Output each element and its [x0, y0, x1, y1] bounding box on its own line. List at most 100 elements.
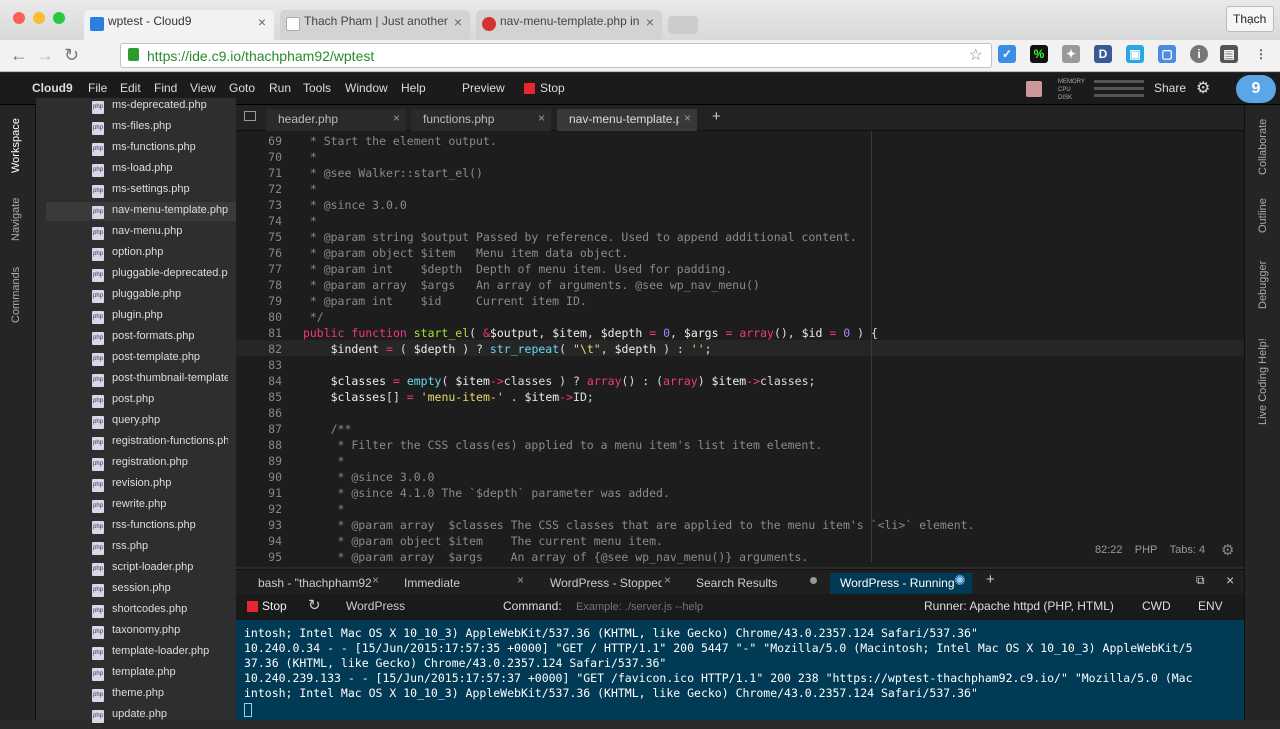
menu-tools[interactable]: Tools	[303, 81, 331, 95]
editor-settings-gear-icon[interactable]: ⚙	[1221, 541, 1234, 559]
file-item[interactable]: php option.php	[92, 246, 228, 267]
file-item[interactable]: php registration.php	[92, 456, 228, 477]
file-item[interactable]: php template-loader.php	[92, 645, 228, 666]
file-item[interactable]: php rss.php	[92, 540, 228, 561]
new-tab-button[interactable]	[668, 16, 698, 34]
restart-icon[interactable]: ↻	[308, 596, 321, 614]
close-icon[interactable]: ×	[393, 111, 400, 125]
file-item[interactable]: php revision.php	[92, 477, 228, 498]
close-icon[interactable]: ×	[646, 14, 654, 30]
share-button[interactable]: Share	[1154, 81, 1186, 95]
workspace-tab[interactable]: Workspace	[10, 118, 22, 173]
tab-nav-menu-template[interactable]: nav-menu-template.php ×	[557, 109, 697, 131]
menu-window[interactable]: Window	[345, 81, 388, 95]
file-item[interactable]: php pluggable-deprecated.php	[92, 267, 228, 288]
file-item[interactable]: php ms-settings.php	[92, 183, 228, 204]
navigate-tab[interactable]: Navigate	[10, 198, 22, 241]
menu-find[interactable]: Find	[154, 81, 177, 95]
file-item[interactable]: php rss-functions.php	[92, 519, 228, 540]
menu-icon[interactable]: ⋮	[1252, 45, 1270, 63]
file-item[interactable]: php template.php	[92, 666, 228, 687]
tab-wordpress-stopped[interactable]: WordPress - Stopped	[540, 573, 662, 595]
file-item[interactable]: php session.php	[92, 582, 228, 603]
extension-trello-icon[interactable]: ▣	[1126, 45, 1144, 63]
add-panel-tab-icon[interactable]: +	[986, 571, 995, 588]
extension-info-icon[interactable]: i	[1190, 45, 1208, 63]
language-mode[interactable]: PHP	[1135, 544, 1158, 556]
file-item[interactable]: php post-template.php	[92, 351, 228, 372]
file-item[interactable]: php post-thumbnail-template.php	[92, 372, 228, 393]
cloud9-brand[interactable]: Cloud9	[32, 81, 73, 95]
commands-tab[interactable]: Commands	[10, 267, 22, 323]
extension-d-icon[interactable]: D	[1094, 45, 1112, 63]
extension-window-icon[interactable]: ▢	[1158, 45, 1176, 63]
file-item[interactable]: php ms-deprecated.php	[92, 99, 228, 120]
close-icon[interactable]: ×	[372, 573, 379, 587]
menu-view[interactable]: View	[190, 81, 216, 95]
menu-run[interactable]: Run	[269, 81, 291, 95]
extension-check-icon[interactable]: ✓	[998, 45, 1016, 63]
file-item[interactable]: php script-loader.php	[92, 561, 228, 582]
close-icon[interactable]: ×	[454, 14, 462, 30]
tab-size[interactable]: Tabs: 4	[1170, 544, 1205, 556]
close-icon[interactable]: ×	[684, 111, 691, 125]
close-icon[interactable]: ×	[664, 573, 671, 587]
star-icon[interactable]: ☆	[969, 45, 983, 65]
zoom-window-button[interactable]	[53, 12, 65, 24]
tab-wordpress-running[interactable]: WordPress - Running	[830, 573, 972, 595]
tab-bash[interactable]: bash - "thachpham92	[248, 573, 382, 595]
close-icon[interactable]: ×	[517, 573, 524, 587]
file-item[interactable]: php rewrite.php	[92, 498, 228, 519]
menu-file[interactable]: File	[88, 81, 107, 95]
avatar[interactable]	[1026, 81, 1042, 97]
gear-icon[interactable]: ⚙	[1196, 78, 1210, 98]
close-panel-icon[interactable]: ×	[1226, 572, 1234, 588]
file-item[interactable]: php ms-functions.php	[92, 141, 228, 162]
env-button[interactable]: ENV	[1198, 599, 1223, 613]
menu-edit[interactable]: Edit	[120, 81, 141, 95]
menu-help[interactable]: Help	[401, 81, 426, 95]
live-coding-help-tab[interactable]: Live Coding Help!	[1257, 338, 1269, 425]
close-icon[interactable]: ×	[538, 111, 545, 125]
back-icon[interactable]: ←	[10, 45, 28, 66]
browser-tab-active[interactable]: wptest - Cloud9 ×	[84, 10, 274, 40]
file-item[interactable]: php ms-load.php	[92, 162, 228, 183]
browser-tab[interactable]: Thach Pham | Just another ×	[280, 10, 470, 40]
file-item[interactable]: php shortcodes.php	[92, 603, 228, 624]
tab-menu-icon[interactable]	[244, 111, 256, 121]
tab-functions-php[interactable]: functions.php ×	[411, 109, 551, 131]
command-input[interactable]	[576, 596, 896, 617]
file-item[interactable]: php pluggable.php	[92, 288, 228, 309]
tab-immediate[interactable]: Immediate	[394, 573, 514, 595]
file-item[interactable]: php update.php	[92, 708, 228, 729]
extension-percent-icon[interactable]: %	[1030, 45, 1048, 63]
file-item[interactable]: php query.php	[92, 414, 228, 435]
file-item[interactable]: php ms-files.php	[92, 120, 228, 141]
extension-clipboard-icon[interactable]: ▤	[1220, 45, 1238, 63]
file-item[interactable]: php nav-menu.php	[92, 225, 228, 246]
runner-select[interactable]: Runner: Apache httpd (PHP, HTML)	[924, 599, 1114, 613]
menu-goto[interactable]: Goto	[229, 81, 255, 95]
cloud9-logo-icon[interactable]: 9	[1236, 75, 1276, 103]
minimize-window-button[interactable]	[33, 12, 45, 24]
extension-puzzle-icon[interactable]: ✦	[1062, 45, 1080, 63]
forward-icon[interactable]: →	[36, 45, 54, 66]
file-item[interactable]: php post.php	[92, 393, 228, 414]
add-tab-icon[interactable]: +	[712, 108, 721, 125]
preview-button[interactable]: Preview	[462, 81, 505, 95]
browser-tab[interactable]: nav-menu-template.php in ×	[476, 10, 662, 40]
reload-icon[interactable]: ↻	[64, 45, 79, 66]
outline-tab[interactable]: Outline	[1257, 198, 1269, 233]
debugger-tab[interactable]: Debugger	[1257, 261, 1269, 309]
stop-button[interactable]: Stop	[540, 81, 565, 95]
tab-search-results[interactable]: Search Results	[686, 573, 806, 595]
file-item[interactable]: php nav-menu-template.php	[92, 204, 228, 225]
cwd-button[interactable]: CWD	[1142, 599, 1171, 613]
close-icon[interactable]: ×	[258, 14, 266, 30]
file-item[interactable]: php taxonomy.php	[92, 624, 228, 645]
file-item[interactable]: php post-formats.php	[92, 330, 228, 351]
file-item[interactable]: php theme.php	[92, 687, 228, 708]
url-field[interactable]: https://ide.c9.io/thachpham92/wptest ☆	[120, 43, 992, 68]
file-item[interactable]: php registration-functions.php	[92, 435, 228, 456]
file-item[interactable]: php plugin.php	[92, 309, 228, 330]
